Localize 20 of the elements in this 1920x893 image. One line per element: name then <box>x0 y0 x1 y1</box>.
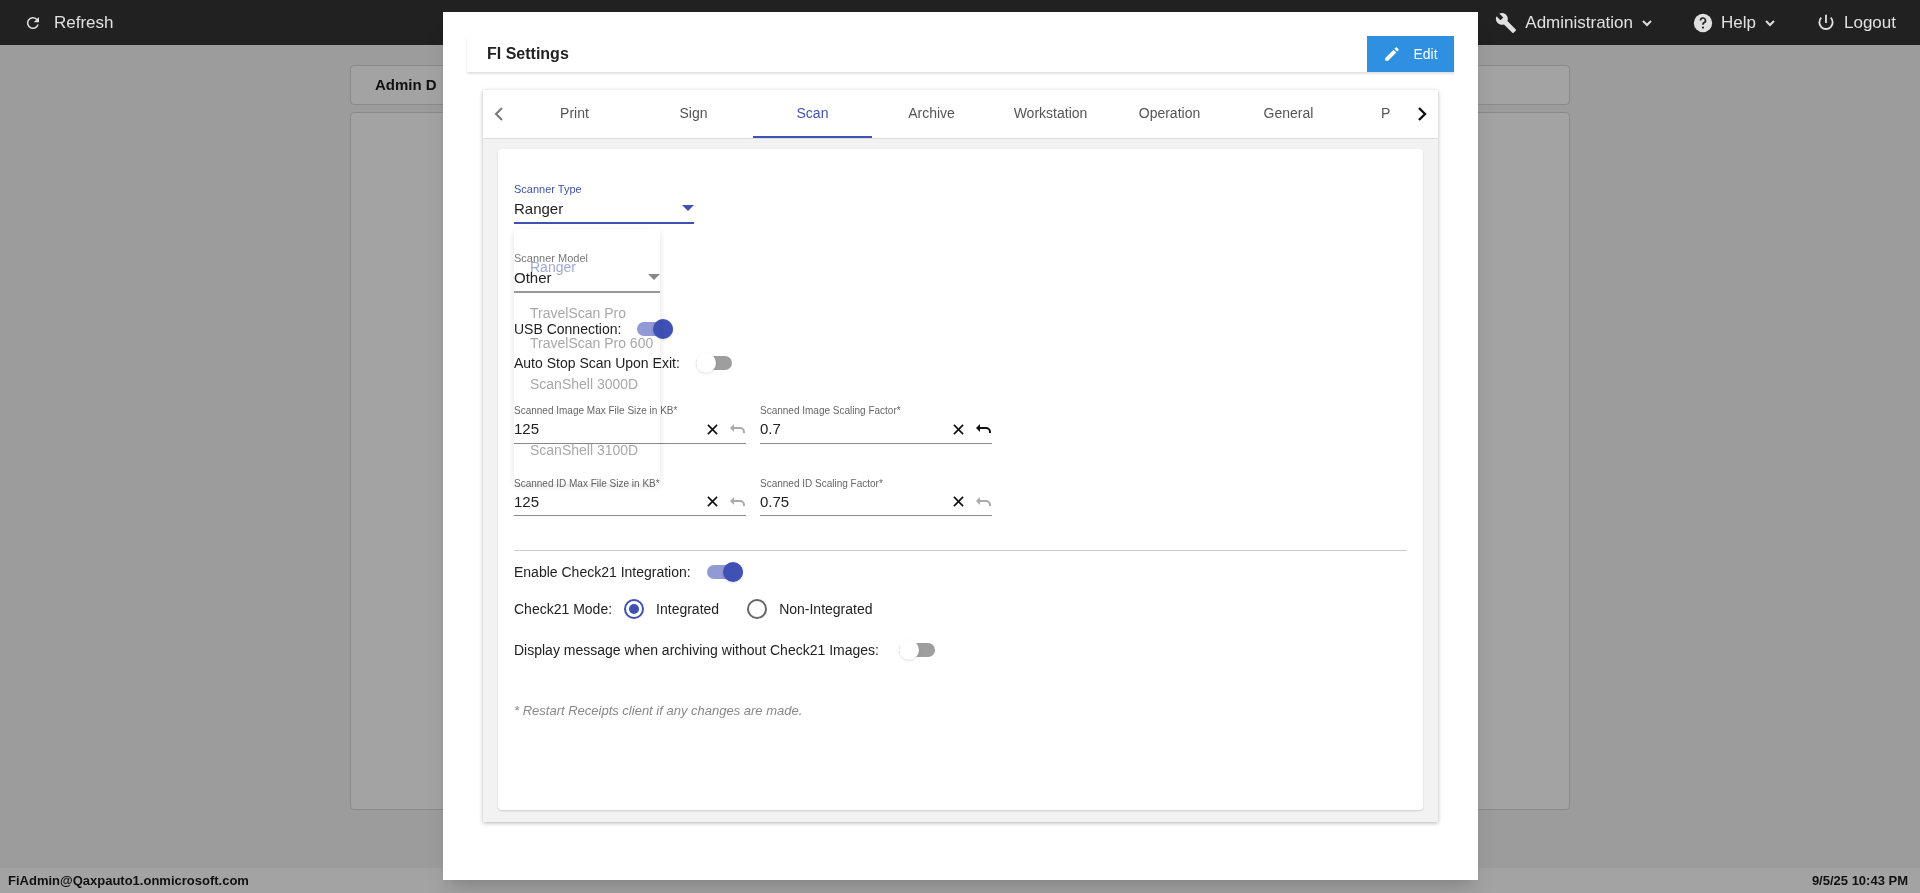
toggle-label: Display message when archiving without Check21 Images: <box>514 640 879 660</box>
field-label: Scanned Image Max File Size in KB* <box>514 404 679 418</box>
restart-note: * Restart Receipts client if any changes are made. <box>514 702 803 720</box>
field-value: 125 <box>514 491 541 512</box>
toggle-label: USB Connection: <box>514 319 622 337</box>
toggle-label: Auto Stop Scan Upon Exit: <box>514 353 680 373</box>
date-time: 9/5/25 10:43 PM <box>1811 871 1908 890</box>
user-email: FiAdmin@Qaxpauto1.onmicrosoft.com <box>8 871 249 890</box>
field-value: Ranger <box>514 198 564 219</box>
field-label: Scanned ID Scaling Factor* <box>760 476 884 491</box>
radio-group-label: Check21 Mode: <box>514 599 613 619</box>
card-title: Admin D <box>375 74 437 95</box>
field-label: Scanned Image Scaling Factor* <box>760 404 902 418</box>
field-value: 0.75 <box>760 491 791 512</box>
field-value: 125 <box>514 419 541 439</box>
field-label: Scanner Type <box>514 182 583 197</box>
field-label: Scanned ID Max File Size in KB* <box>514 476 661 491</box>
toggle-label: Enable Check21 Integration: <box>514 562 691 582</box>
field-value: 0.7 <box>760 419 782 439</box>
dialog-title: FI Settings <box>487 44 569 64</box>
